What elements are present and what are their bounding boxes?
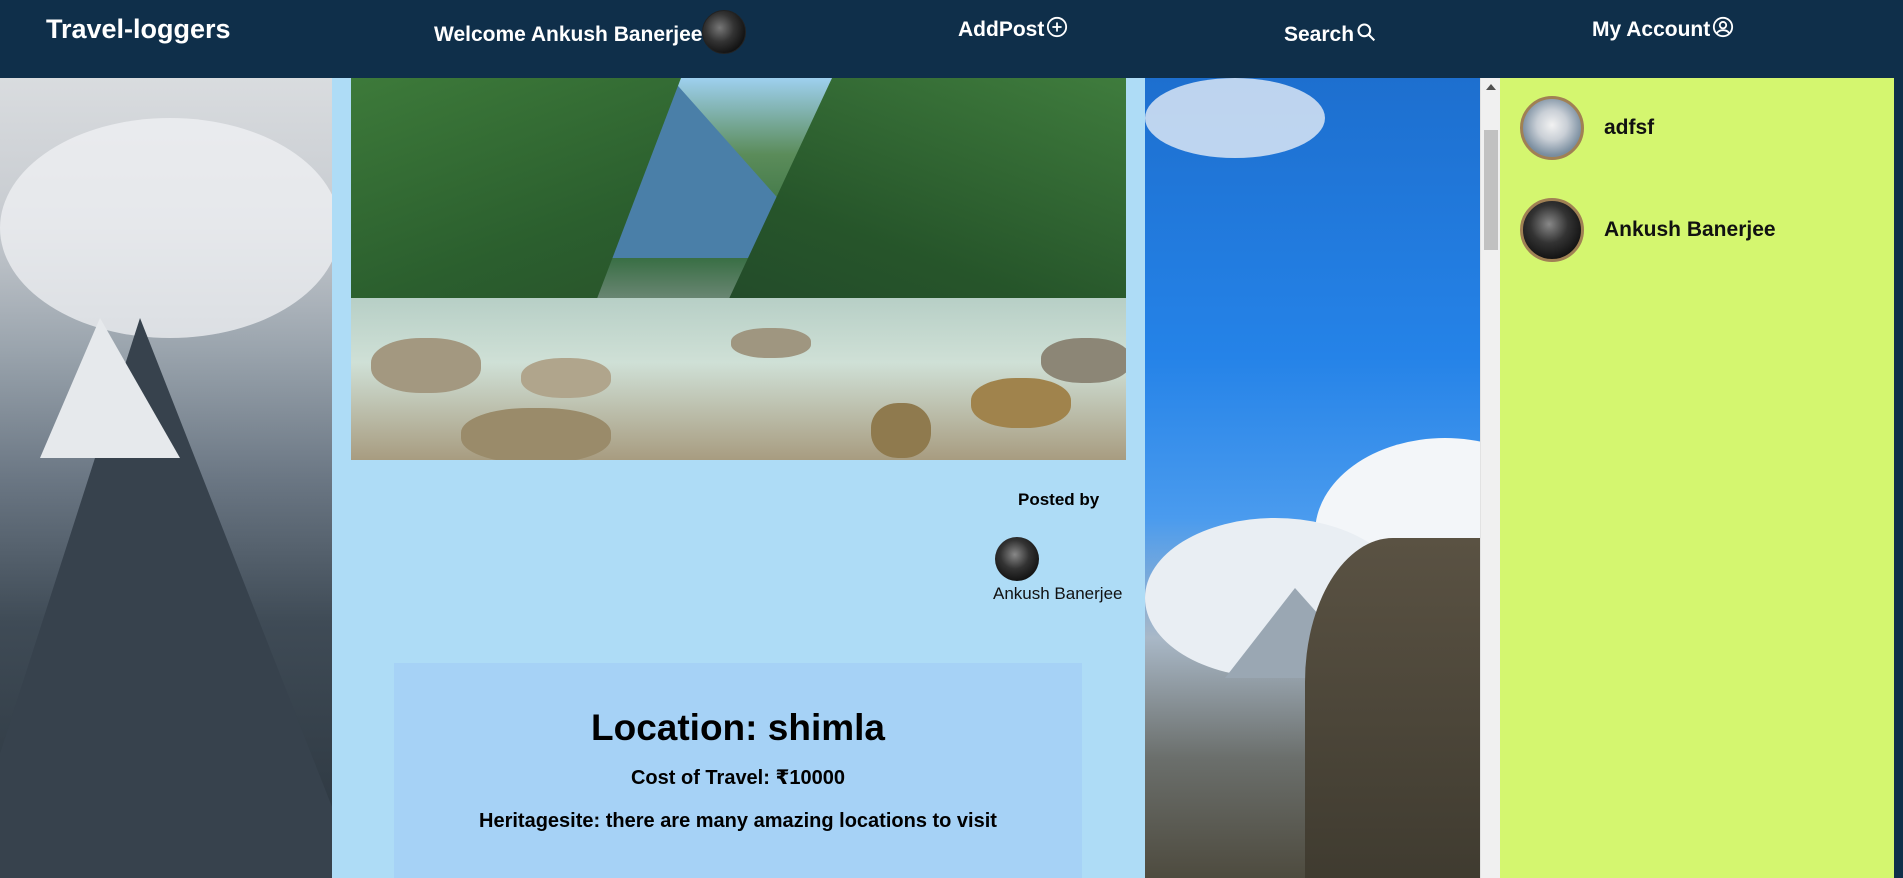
page-edge [1894,78,1903,878]
mountain-snow [40,318,180,458]
my-account-link[interactable]: My Account [1592,16,1734,44]
avatar [1520,96,1584,160]
user-list-item[interactable]: Ankush Banerjee [1520,198,1776,262]
rock [971,378,1071,428]
user-name: Ankush Banerjee [1604,218,1776,241]
plus-circle-icon [1046,16,1068,44]
cost-of-travel: Cost of Travel: ₹10000 [630,767,845,789]
add-post-label: AddPost [958,18,1045,41]
rock [461,408,611,460]
post-card: Posted by Ankush Banerjee Location: shim… [332,78,1145,878]
background-mountain-left [0,78,332,878]
background-sky-right [1145,78,1480,878]
top-navbar: Travel-loggers Welcome Ankush Banerjee A… [0,0,1903,78]
author-name[interactable]: Ankush Banerjee [993,584,1122,604]
posted-by-label: Posted by [1018,490,1100,509]
welcome-text: Welcome Ankush Banerjee [434,23,703,46]
cloud [1145,78,1325,158]
user-circle-icon [1712,16,1734,44]
rock [1041,338,1126,383]
search-icon [1356,22,1376,48]
cloud [0,118,332,338]
post-details: Location: shimla Cost of Travel: ₹10000 … [394,663,1082,878]
post-image[interactable] [351,78,1126,460]
scroll-up-arrow-icon[interactable] [1486,84,1496,90]
cliff [1305,538,1480,878]
welcome-user[interactable]: Welcome Ankush Banerjee [434,10,747,54]
rock [371,338,481,393]
user-list-item[interactable]: adfsf [1520,96,1654,160]
user-name: adfsf [1604,116,1655,139]
my-account-label: My Account [1592,18,1711,41]
rock [731,328,811,358]
add-post-link[interactable]: AddPost [958,16,1068,44]
scrollbar[interactable] [1480,78,1500,878]
avatar[interactable] [995,537,1039,581]
rock [521,358,611,398]
users-sidebar: adfsf Ankush Banerjee [1500,78,1894,878]
image-river [351,298,1126,460]
location-heading: Location: shimla [591,707,885,748]
heritage-site: Heritagesite: there are many amazing loc… [479,810,997,832]
scroll-thumb[interactable] [1484,130,1498,250]
rock [871,403,931,458]
search-link[interactable]: Search [1284,22,1376,48]
brand-logo[interactable]: Travel-loggers [46,14,231,45]
avatar[interactable] [702,10,747,54]
search-label: Search [1284,23,1355,46]
avatar [1520,198,1584,262]
